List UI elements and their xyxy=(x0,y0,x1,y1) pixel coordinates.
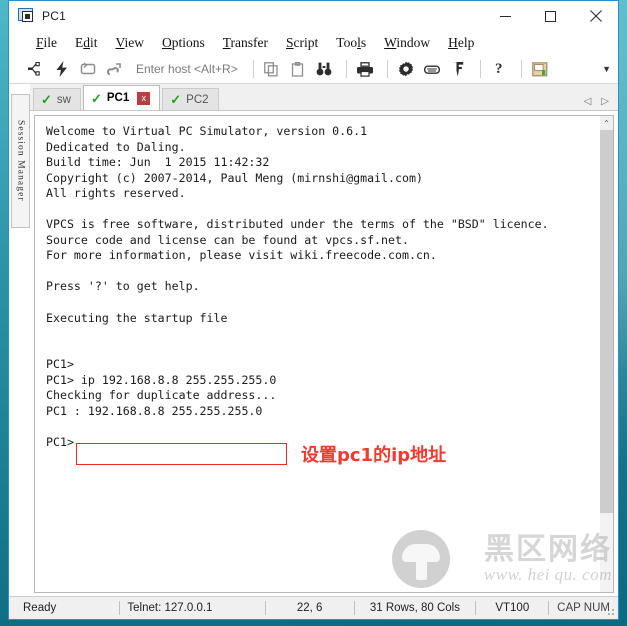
tab-scroll-left-icon[interactable]: ◁ xyxy=(584,96,592,107)
status-cursor-position: 22, 6 xyxy=(296,602,323,614)
connected-check-icon: ✓ xyxy=(41,92,52,107)
resize-grip[interactable] xyxy=(605,606,615,616)
session-manager-tab[interactable]: Session Manager xyxy=(11,94,30,228)
menu-file[interactable]: File xyxy=(27,33,66,53)
close-button[interactable] xyxy=(573,1,618,31)
session-tab-label: PC1 xyxy=(106,92,130,104)
find-icon[interactable] xyxy=(313,58,335,80)
session-options-icon[interactable] xyxy=(529,58,551,80)
toolbar-overflow-icon[interactable]: ▼ xyxy=(602,64,611,74)
tab-scroll-right-icon[interactable]: ▷ xyxy=(601,96,609,107)
menu-options[interactable]: Options xyxy=(153,33,214,53)
minimize-button[interactable] xyxy=(483,1,528,31)
tab-scroll-controls: ◁ ▷ xyxy=(584,96,618,110)
window-controls xyxy=(483,1,618,31)
status-ready: Ready xyxy=(23,602,57,614)
scroll-up-icon[interactable]: ⌃ xyxy=(600,116,613,130)
maximize-button[interactable] xyxy=(528,1,573,31)
key-icon[interactable] xyxy=(447,58,469,80)
connected-check-icon: ✓ xyxy=(90,90,102,106)
connected-check-icon: ✓ xyxy=(170,92,182,107)
title-bar: PC1 xyxy=(9,1,618,31)
scrollbar-thumb[interactable] xyxy=(600,130,613,514)
window-title: PC1 xyxy=(42,9,66,23)
session-manager-strip: Session Manager xyxy=(9,84,30,596)
terminal-text: Welcome to Virtual PC Simulator, version… xyxy=(46,124,549,449)
menu-view[interactable]: View xyxy=(107,33,153,53)
settings-icon[interactable] xyxy=(395,58,417,80)
menu-help[interactable]: Help xyxy=(439,33,483,53)
securecrt-window: PC1 File Edit View Options Transfer Scri… xyxy=(8,0,619,620)
print-icon[interactable] xyxy=(354,58,376,80)
session-manager-label: Session Manager xyxy=(15,120,26,202)
reconnect-icon[interactable] xyxy=(77,58,99,80)
toolbar-separator xyxy=(479,60,481,78)
session-area: ✓ sw ✓ PC1 x ✓ PC2 ◁ ▷ Welcome to Virtua… xyxy=(30,84,618,596)
tab-close-icon[interactable]: x xyxy=(137,91,151,105)
app-window-icon xyxy=(18,8,34,24)
help-icon[interactable]: ? xyxy=(488,58,510,80)
scrollbar-track[interactable] xyxy=(600,130,613,592)
annotation-note: 设置pc1的ip地址 xyxy=(301,445,447,466)
session-tab-pc2[interactable]: ✓ PC2 xyxy=(162,88,219,110)
session-tab-label: sw xyxy=(56,93,71,106)
status-bar: Ready Telnet: 127.0.0.1 22, 6 31 Rows, 8… xyxy=(9,596,618,619)
status-connection: Telnet: 127.0.0.1 xyxy=(127,602,213,614)
disconnect-icon[interactable] xyxy=(103,58,125,80)
toolbar-separator xyxy=(345,60,347,78)
terminal-screen[interactable]: Welcome to Virtual PC Simulator, version… xyxy=(34,115,600,593)
status-emulation: VT100 xyxy=(495,602,530,614)
copy-icon[interactable] xyxy=(261,58,283,80)
status-dimensions: 31 Rows, 80 Cols xyxy=(369,602,460,614)
keymap-icon[interactable] xyxy=(421,58,443,80)
quick-connect-icon[interactable] xyxy=(51,58,73,80)
paste-icon[interactable] xyxy=(287,58,309,80)
menu-edit[interactable]: Edit xyxy=(66,33,107,53)
terminal-scrollbar[interactable]: ⌃ xyxy=(600,115,614,593)
menu-tools[interactable]: Tools xyxy=(327,33,375,53)
menu-window[interactable]: Window xyxy=(375,33,439,53)
toolbar-separator xyxy=(252,60,254,78)
terminal-wrapper: Welcome to Virtual PC Simulator, version… xyxy=(30,111,618,596)
session-tab-pc1[interactable]: ✓ PC1 x xyxy=(82,85,161,110)
toolbar: Enter host <Alt+R> ? ▼ xyxy=(9,55,618,84)
connect-icon[interactable] xyxy=(25,58,47,80)
menu-bar: File Edit View Options Transfer Script T… xyxy=(9,31,618,55)
window-body: Session Manager ✓ sw ✓ PC1 x ✓ PC2 ◁ ▷ W… xyxy=(9,84,618,596)
session-tab-label: PC2 xyxy=(186,93,209,106)
host-input[interactable]: Enter host <Alt+R> xyxy=(136,62,238,76)
toolbar-separator xyxy=(386,60,388,78)
session-tab-bar: ✓ sw ✓ PC1 x ✓ PC2 ◁ ▷ xyxy=(30,84,618,111)
menu-transfer[interactable]: Transfer xyxy=(214,33,277,53)
toolbar-separator xyxy=(520,60,522,78)
menu-script[interactable]: Script xyxy=(277,33,327,53)
session-tab-sw[interactable]: ✓ sw xyxy=(33,88,81,110)
